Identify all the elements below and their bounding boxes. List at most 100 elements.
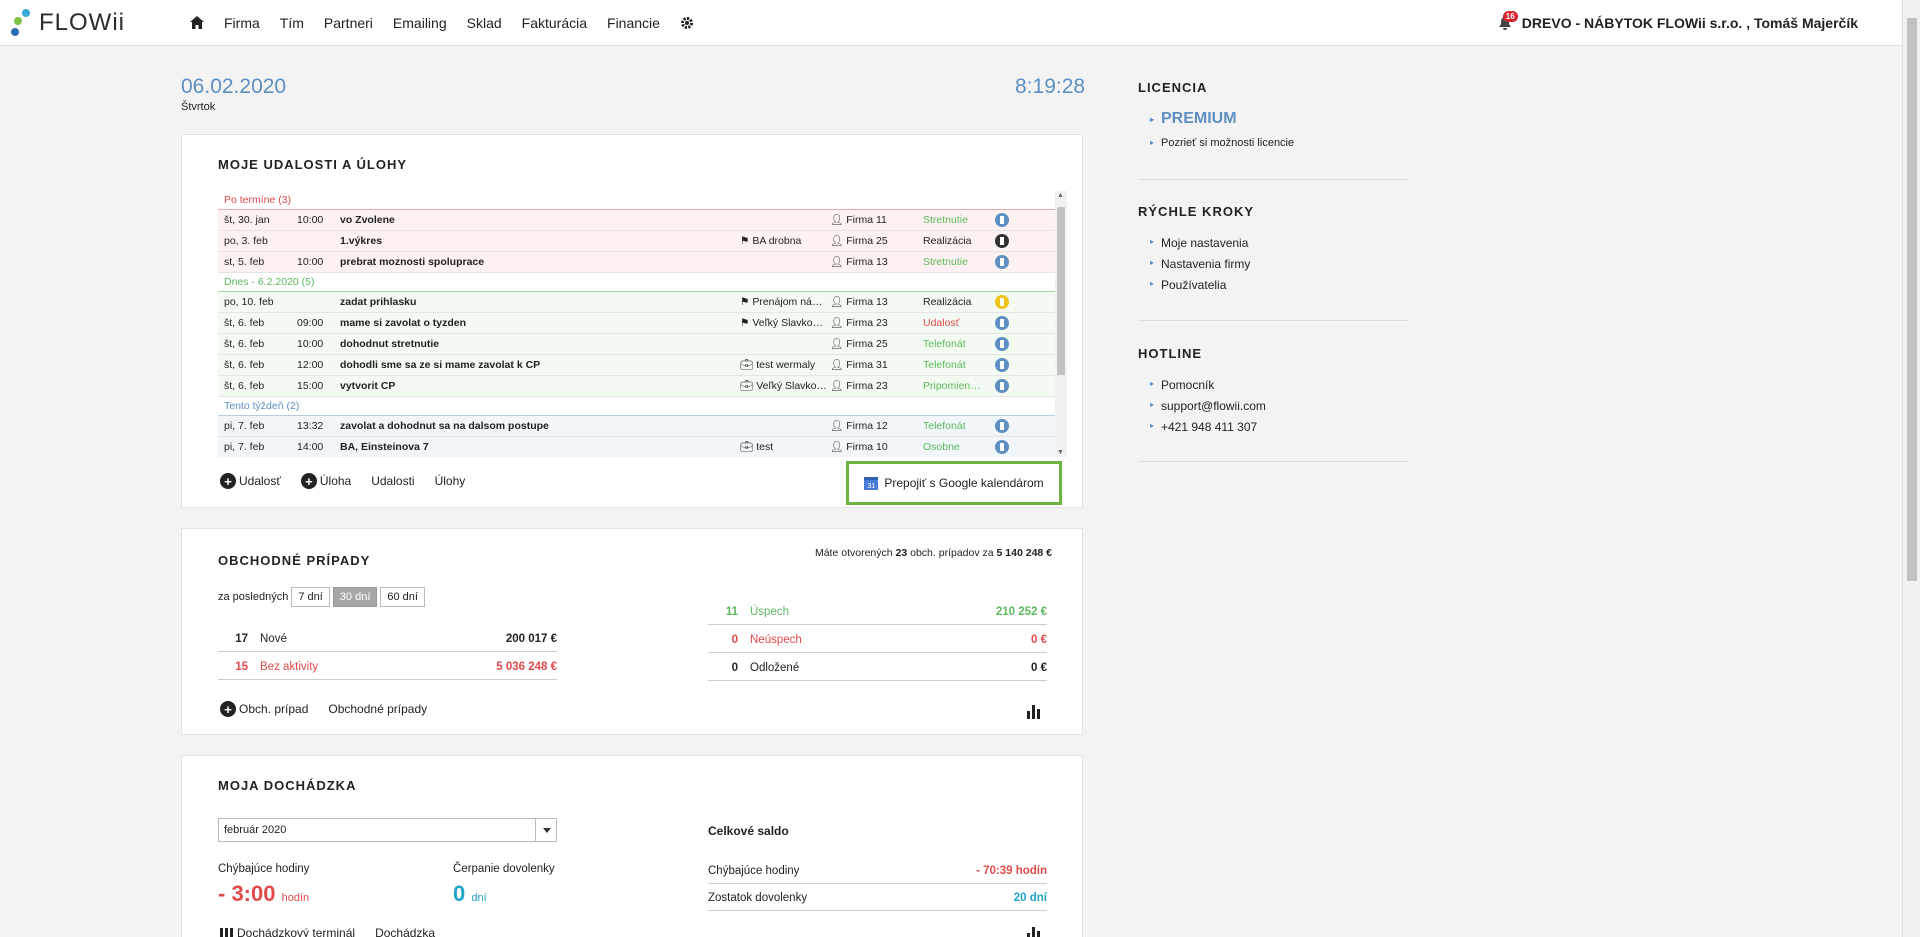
event-firm[interactable]: 👤︎ Firma 13 bbox=[830, 252, 888, 272]
gear-icon[interactable] bbox=[680, 16, 694, 30]
quick-my-settings[interactable]: Moje nastavenia bbox=[1150, 236, 1248, 250]
event-title[interactable]: dohodnut stretnutie bbox=[340, 334, 439, 354]
event-date: pi, 7. feb bbox=[224, 441, 265, 453]
info-status-icon[interactable] bbox=[995, 213, 1009, 227]
table-row[interactable]: št, 30. jan 10:00 vo Zvolene 👤︎ Firma 11… bbox=[218, 210, 1055, 231]
events-link[interactable]: Udalosti bbox=[371, 474, 414, 488]
table-row[interactable]: po, 3. feb 1.výkres ⚑ BA drobna 👤︎ Firma… bbox=[218, 231, 1055, 252]
event-firm[interactable]: 👤︎ Firma 25 bbox=[830, 334, 888, 354]
table-row[interactable]: pi, 7. feb 13:32 zavolat a dohodnut sa n… bbox=[218, 416, 1055, 437]
event-project[interactable]: 💼︎ test wermaly bbox=[740, 355, 828, 375]
nav-tim[interactable]: Tím bbox=[280, 15, 304, 31]
current-date: 06.02.2020 bbox=[181, 75, 287, 98]
cases-link[interactable]: Obchodné prípady bbox=[328, 702, 427, 716]
event-title[interactable]: 1.výkres bbox=[340, 231, 382, 251]
event-firm[interactable]: 👤︎ Firma 11 bbox=[830, 210, 887, 230]
filter-7-days[interactable]: 7 dní bbox=[291, 587, 330, 607]
table-row[interactable]: št, 6. feb 09:00 mame si zavolat o tyzde… bbox=[218, 313, 1055, 334]
event-firm[interactable]: 👤︎ Firma 31 bbox=[830, 355, 888, 375]
google-calendar-connect-button[interactable]: 31 Prepojiť s Google kalendárom bbox=[846, 461, 1062, 505]
stat-success[interactable]: 11 Úspech 210 252 € bbox=[708, 601, 1047, 625]
event-firm[interactable]: 👤︎ Firma 23 bbox=[830, 313, 888, 333]
license-title: LICENCIA bbox=[1138, 80, 1208, 95]
event-title[interactable]: vo Zvolene bbox=[340, 210, 395, 230]
table-row[interactable]: pi, 7. feb 14:00 BA, Einsteinova 7 💼︎ te… bbox=[218, 437, 1055, 457]
event-title[interactable]: prebrat moznosti spoluprace bbox=[340, 252, 484, 272]
add-event-button[interactable]: + Udalosť bbox=[220, 473, 281, 489]
add-task-button[interactable]: + Úloha bbox=[300, 473, 351, 489]
event-title[interactable]: zadat prihlasku bbox=[340, 292, 416, 312]
event-title[interactable]: mame si zavolat o tyzden bbox=[340, 313, 466, 333]
event-title[interactable]: dohodli sme sa ze si mame zavolat k CP bbox=[340, 355, 540, 375]
event-project[interactable]: ⚑ Prenájom ná… bbox=[740, 292, 828, 312]
license-plan[interactable]: PREMIUM bbox=[1150, 110, 1236, 128]
nav-emailing[interactable]: Emailing bbox=[393, 15, 447, 31]
info-status-icon[interactable] bbox=[995, 419, 1009, 433]
user-area[interactable]: 16 DREVO - NÁBYTOK FLOWii s.r.o. , Tomáš… bbox=[1498, 0, 1858, 46]
tasks-link[interactable]: Úlohy bbox=[435, 474, 466, 488]
bell-icon[interactable]: 16 bbox=[1498, 11, 1518, 32]
table-row[interactable]: št, 6. feb 15:00 vytvorit CP 💼︎ Veľký Sl… bbox=[218, 376, 1055, 397]
quick-users[interactable]: Používatelia bbox=[1150, 278, 1226, 292]
user-company-name[interactable]: DREVO - NÁBYTOK FLOWii s.r.o. , Tomáš Ma… bbox=[1522, 15, 1858, 31]
events-scrollbar-thumb[interactable] bbox=[1057, 207, 1065, 375]
stat-inactive[interactable]: 15 Bez aktivity 5 036 248 € bbox=[218, 656, 557, 680]
bar-chart-icon[interactable] bbox=[1027, 705, 1041, 719]
table-row[interactable]: št, 6. feb 12:00 dohodli sme sa ze si ma… bbox=[218, 355, 1055, 376]
stat-postponed[interactable]: 0 Odložené 0 € bbox=[708, 657, 1047, 681]
license-options-link[interactable]: Pozrieť si možnosti licencie bbox=[1150, 137, 1294, 149]
warning-status-icon[interactable] bbox=[995, 295, 1009, 309]
table-row[interactable]: st, 5. feb 10:00 prebrat moznosti spolup… bbox=[218, 252, 1055, 273]
event-firm[interactable]: 👤︎ Firma 23 bbox=[830, 376, 888, 396]
scroll-up-icon[interactable]: ▲ bbox=[1057, 192, 1064, 199]
event-project[interactable]: 💼︎ Veľký Slavko… bbox=[740, 376, 828, 396]
page-scrollbar-thumb[interactable] bbox=[1907, 18, 1917, 581]
event-title[interactable]: zavolat a dohodnut sa na dalsom postupe bbox=[340, 416, 549, 436]
info-status-icon[interactable] bbox=[995, 440, 1009, 454]
info-status-icon[interactable] bbox=[995, 358, 1009, 372]
info-status-icon[interactable] bbox=[995, 379, 1009, 393]
info-status-icon[interactable] bbox=[995, 255, 1009, 269]
stat-new[interactable]: 17 Nové 200 017 € bbox=[218, 628, 557, 652]
chevron-down-icon[interactable] bbox=[535, 819, 556, 841]
event-type: Telefonát bbox=[923, 338, 966, 350]
info-status-icon[interactable] bbox=[995, 337, 1009, 351]
nav-sklad[interactable]: Sklad bbox=[467, 15, 502, 31]
hotline-help[interactable]: Pomocník bbox=[1150, 378, 1214, 392]
table-row[interactable]: št, 6. feb 10:00 dohodnut stretnutie 👤︎ … bbox=[218, 334, 1055, 355]
stat-failure[interactable]: 0 Neúspech 0 € bbox=[708, 629, 1047, 653]
filter-60-days[interactable]: 60 dní bbox=[380, 587, 425, 607]
add-case-button[interactable]: + Obch. prípad bbox=[220, 701, 308, 717]
event-type: Udalosť bbox=[923, 317, 960, 329]
month-select[interactable]: február 2020 bbox=[218, 818, 557, 842]
events-scrollbar[interactable]: ▲ ▼ bbox=[1055, 191, 1067, 457]
quick-company-settings[interactable]: Nastavenia firmy bbox=[1150, 257, 1250, 271]
cases-summary: Máte otvorených 23 obch. prípadov za 5 1… bbox=[814, 547, 1052, 559]
page-scrollbar[interactable] bbox=[1902, 0, 1920, 937]
attendance-link[interactable]: Dochádzka bbox=[375, 926, 435, 937]
event-project[interactable]: 💼︎ test bbox=[740, 437, 828, 457]
event-title[interactable]: vytvorit CP bbox=[340, 376, 395, 396]
pause-status-icon[interactable] bbox=[995, 234, 1009, 248]
event-firm[interactable]: 👤︎ Firma 25 bbox=[830, 231, 888, 251]
nav-partneri[interactable]: Partneri bbox=[324, 15, 373, 31]
event-title[interactable]: BA, Einsteinova 7 bbox=[340, 437, 429, 457]
event-project[interactable]: ⚑ BA drobna bbox=[740, 231, 828, 251]
event-firm[interactable]: 👤︎ Firma 12 bbox=[830, 416, 888, 436]
app-logo[interactable]: FLOWii bbox=[10, 8, 180, 38]
event-firm[interactable]: 👤︎ Firma 13 bbox=[830, 292, 888, 312]
nav-financie[interactable]: Financie bbox=[607, 15, 660, 31]
filter-30-days[interactable]: 30 dní bbox=[332, 587, 378, 607]
event-firm[interactable]: 👤︎ Firma 10 bbox=[830, 437, 888, 457]
event-project[interactable]: ⚑ Veľký Slavko… bbox=[740, 313, 828, 333]
table-row[interactable]: po, 10. feb zadat prihlasku ⚑ Prenájom n… bbox=[218, 292, 1055, 313]
home-icon[interactable] bbox=[190, 16, 204, 29]
nav-fakturacia[interactable]: Fakturácia bbox=[522, 15, 587, 31]
info-status-icon[interactable] bbox=[995, 316, 1009, 330]
hotline-email[interactable]: support@flowii.com bbox=[1150, 399, 1266, 413]
bar-chart-icon[interactable] bbox=[1027, 927, 1041, 937]
terminal-link[interactable]: Dochádzkový terminál bbox=[220, 926, 355, 937]
hotline-phone[interactable]: +421 948 411 307 bbox=[1150, 420, 1257, 434]
nav-firma[interactable]: Firma bbox=[224, 15, 260, 31]
scroll-down-icon[interactable]: ▼ bbox=[1057, 449, 1064, 456]
